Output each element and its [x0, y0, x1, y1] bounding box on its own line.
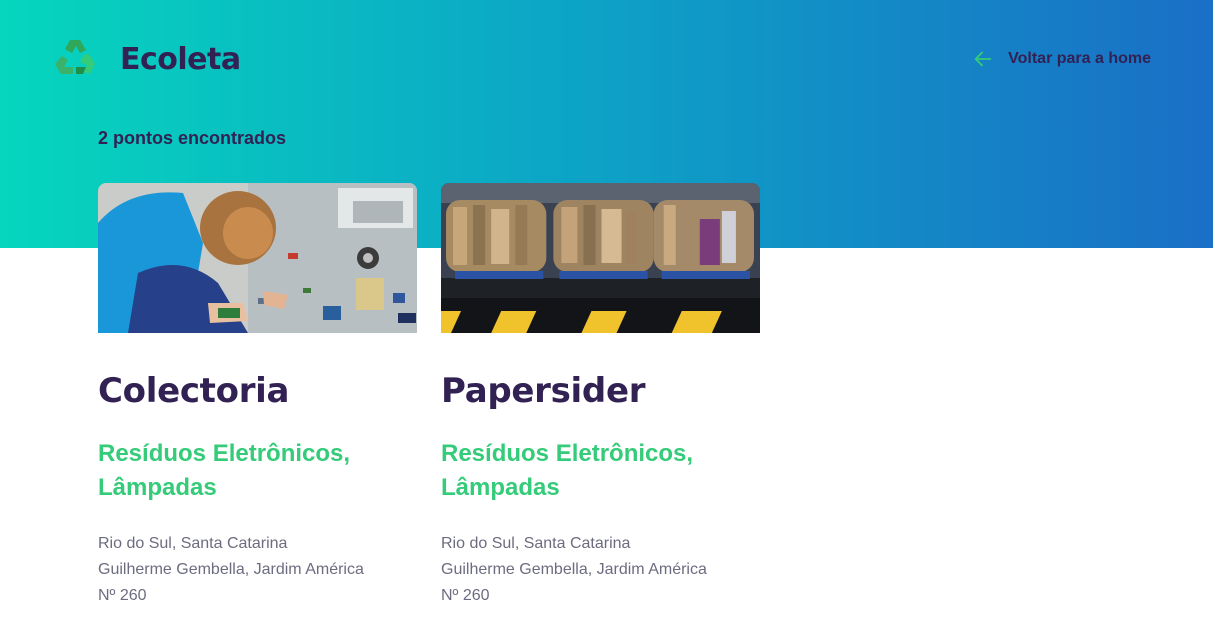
point-name: Papersider	[441, 371, 646, 411]
back-link-label: Voltar para a home	[1008, 50, 1151, 67]
address-number: Nº 260	[441, 587, 490, 604]
address-city: Rio do Sul, Santa Catarina	[441, 535, 631, 552]
address-city: Rio do Sul, Santa Catarina	[98, 535, 288, 552]
results-count: 2 pontos encontrados	[98, 128, 287, 148]
address-street: Guilherme Gembella, Jardim América	[441, 561, 707, 578]
points-list: Colectoria Resíduos Eletrônicos, Lâmpada…	[98, 183, 760, 609]
point-name: Colectoria	[98, 371, 290, 411]
point-address: Rio do Sul, Santa Catarina Guilherme Gem…	[98, 531, 417, 609]
point-items: Resíduos Eletrônicos, Lâmpadas	[98, 440, 351, 501]
point-address: Rio do Sul, Santa Catarina Guilherme Gem…	[441, 531, 760, 609]
address-number: Nº 260	[98, 587, 147, 604]
brand-name: Ecoleta	[120, 41, 241, 77]
point-card[interactable]: Colectoria Resíduos Eletrônicos, Lâmpada…	[98, 183, 417, 609]
arrow-left-icon	[974, 51, 992, 67]
back-to-home-link[interactable]: Voltar para a home	[972, 48, 1151, 70]
point-image	[441, 183, 760, 333]
address-street: Guilherme Gembella, Jardim América	[98, 561, 364, 578]
brand[interactable]: Ecoleta	[50, 34, 241, 84]
top-header: Ecoleta Voltar para a home	[50, 34, 1151, 84]
page: Ecoleta Voltar para a home 2 pontos enco…	[0, 0, 1213, 641]
point-items: Resíduos Eletrônicos, Lâmpadas	[441, 440, 694, 501]
recycle-icon	[55, 40, 95, 74]
point-image	[98, 183, 417, 333]
point-card[interactable]: Papersider Resíduos Eletrônicos, Lâmpada…	[441, 183, 760, 609]
